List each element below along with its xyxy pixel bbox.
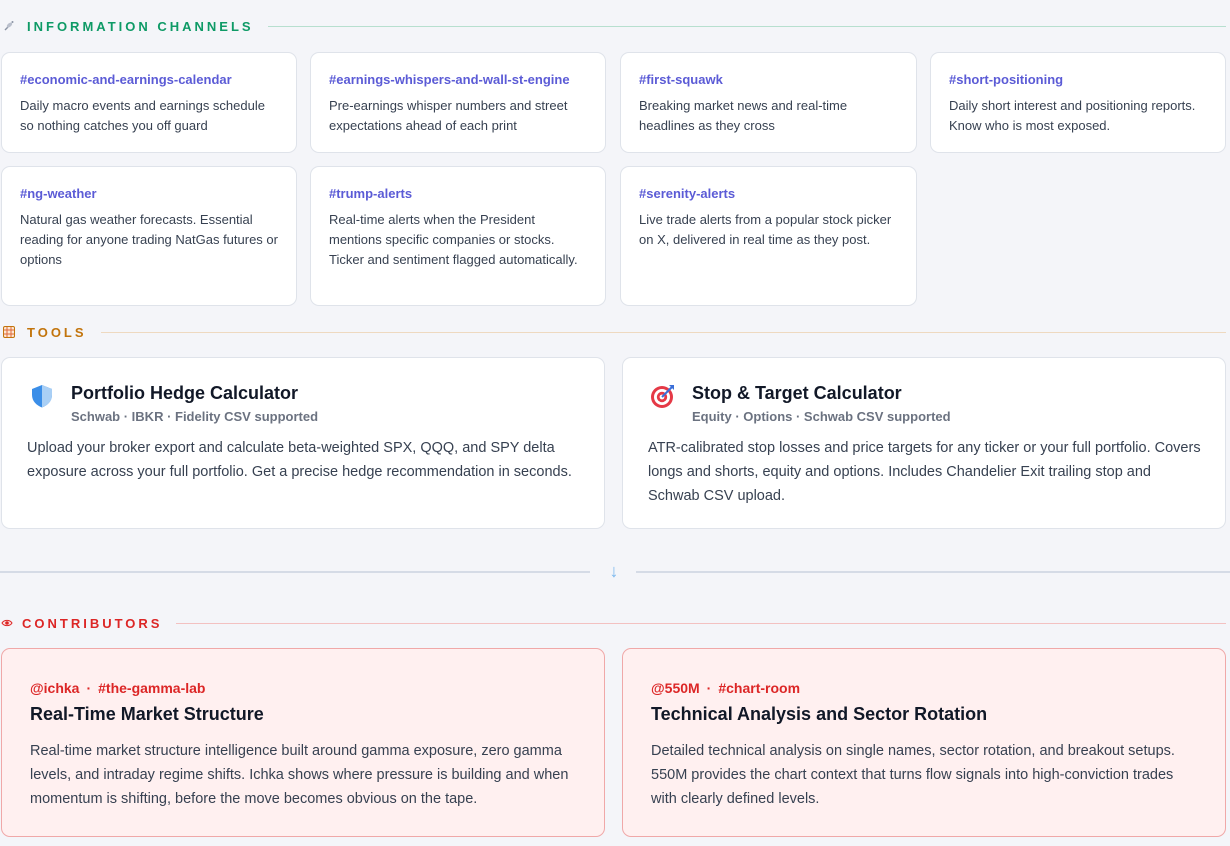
section-header-channels: INFORMATION CHANNELS	[0, 16, 1226, 36]
shield-icon	[28, 382, 56, 410]
contributor-handle[interactable]: @ichka	[30, 680, 79, 696]
channel-card[interactable]: #short-positioning Daily short interest …	[930, 52, 1226, 153]
eye-icon	[0, 616, 14, 630]
tool-description: ATR-calibrated stop losses and price tar…	[648, 440, 1201, 504]
meta-separator: ·	[86, 680, 92, 696]
channel-name[interactable]: #short-positioning	[949, 72, 1063, 87]
tool-subtitle: Schwab · IBKR · Fidelity CSV supported	[71, 409, 319, 424]
section-title-contributors: CONTRIBUTORS	[22, 615, 163, 631]
satellite-dish-icon	[2, 19, 16, 33]
contributor-card[interactable]: @ichka · #the-gamma-lab Real-Time Market S…	[1, 648, 605, 837]
divider-left	[0, 571, 590, 573]
divider-right	[636, 571, 1230, 573]
contributor-meta: @550M · #chart-room	[651, 680, 800, 696]
spreadsheet-icon	[2, 325, 16, 339]
contributor-handle[interactable]: @550M	[651, 680, 700, 696]
tool-card-stop-target-calculator[interactable]: Stop & Target Calculator Equity · Option…	[622, 357, 1226, 529]
contributor-meta: @ichka · #the-gamma-lab	[30, 680, 205, 696]
contributor-card[interactable]: @550M · #chart-room Technical Analysis and…	[622, 648, 1226, 837]
contributor-title: Real-Time Market Structure	[30, 704, 264, 724]
tool-title[interactable]: Portfolio Hedge Calculator	[71, 383, 298, 404]
channel-name[interactable]: #ng-weather	[20, 186, 97, 201]
tool-card-hedge-calculator[interactable]: Portfolio Hedge Calculator Schwab · IBKR…	[1, 357, 605, 529]
tool-description: Upload your broker export and calculate …	[27, 440, 572, 480]
channel-description: Daily macro events and earnings schedule…	[20, 98, 265, 133]
section-title-channels: INFORMATION CHANNELS	[27, 18, 254, 34]
arrow-down-icon: ↓	[609, 561, 619, 581]
channel-name[interactable]: #trump-alerts	[329, 186, 412, 201]
channel-card[interactable]: #ng-weather Natural gas weather forecast…	[1, 166, 297, 306]
section-header-contributors: CONTRIBUTORS	[0, 613, 1226, 633]
section-rule	[176, 622, 1226, 624]
channel-card[interactable]: #first-squawk Breaking market news and r…	[620, 52, 917, 153]
channel-card[interactable]: #trump-alerts Real-time alerts when the …	[310, 166, 606, 306]
channel-card[interactable]: #serenity-alerts Live trade alerts from …	[620, 166, 917, 306]
section-rule	[100, 331, 1226, 333]
section-rule	[267, 25, 1226, 27]
channel-description: Live trade alerts from a popular stock p…	[639, 212, 892, 247]
channel-name[interactable]: #first-squawk	[639, 72, 723, 87]
channel-description: Daily short interest and positioning rep…	[949, 98, 1196, 133]
channel-name[interactable]: #economic-and-earnings-calendar	[20, 72, 232, 87]
tool-title[interactable]: Stop & Target Calculator	[692, 383, 902, 404]
tool-subtitle: Equity · Options · Schwab CSV supported	[692, 409, 951, 424]
channel-card[interactable]: #economic-and-earnings-calendar Daily ma…	[1, 52, 297, 153]
contributor-channel[interactable]: #the-gamma-lab	[98, 680, 205, 696]
channel-name[interactable]: #serenity-alerts	[639, 186, 735, 201]
channel-description: Pre-earnings whisper numbers and street …	[329, 98, 568, 133]
channel-name[interactable]: #earnings-whispers-and-wall-st-engine	[329, 72, 570, 87]
channel-description: Real-time alerts when the President ment…	[329, 212, 578, 267]
contributor-title: Technical Analysis and Sector Rotation	[651, 704, 988, 724]
channel-description: Breaking market news and real-time headl…	[639, 98, 848, 133]
channel-description: Natural gas weather forecasts. Essential…	[20, 212, 278, 267]
section-header-tools: TOOLS	[0, 322, 1226, 342]
section-title-tools: TOOLS	[27, 324, 87, 340]
contributor-channel[interactable]: #chart-room	[718, 680, 800, 696]
channel-card[interactable]: #earnings-whispers-and-wall-st-engine Pr…	[310, 52, 606, 153]
meta-separator: ·	[706, 680, 712, 696]
contributor-description: Detailed technical analysis on single na…	[651, 743, 1175, 807]
target-icon	[649, 382, 677, 410]
contributor-description: Real-time market structure intelligence …	[30, 743, 569, 807]
